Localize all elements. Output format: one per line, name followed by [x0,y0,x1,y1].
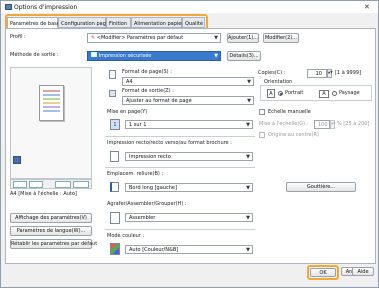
collate-icon [110,212,120,224]
view-settings-button[interactable]: Affichage des paramètres(V) [10,213,92,223]
edit-profile-button[interactable]: Modifier(2)... [263,33,299,43]
chevron-down-icon: ▼ [247,98,251,104]
manual-scaling-label: Echelle manuelle [268,109,311,115]
settings-view-icon[interactable] [29,181,43,188]
center-origin-label: Origine au centre(R) [268,132,319,138]
duplex-select[interactable]: Impression recto ▼ [125,152,253,161]
profile-value: <Modifier> Paramètres par défaut [96,35,184,41]
color-mode-label: Mode couleur : [107,233,145,239]
help-button[interactable]: Aide [352,267,374,276]
manual-scaling-checkbox[interactable] [259,109,265,115]
gutter-button[interactable]: Gouttière... [286,182,356,192]
output-size-value: Ajuster au format de page [126,98,192,104]
preview-area [10,67,92,179]
close-icon[interactable]: ✕ [364,3,370,11]
layout-label: Mise en page(Y) [107,109,148,115]
preview-mode-bar [10,179,92,189]
chevron-down-icon: ▼ [246,154,250,160]
output-method-value: Impression sécurisée [98,53,152,59]
binding-icon [110,182,119,192]
chevron-down-icon: ▼ [246,215,250,221]
title-bar: Options d'impression ✕ [1,1,378,13]
copies-stepper[interactable]: ▲▼ [327,69,333,78]
binding-label: Emplacem. reliure(B) : [107,171,164,177]
color-mode-select[interactable]: Auto [Couleur/N&B] ▼ [125,245,253,254]
scale-label: Mise à l'échelle(G) : [259,121,309,127]
secure-print-icon [91,52,97,57]
collate-value: Assembler [129,215,156,221]
duplex-value: Impression recto [129,154,171,160]
collate-select[interactable]: Assembler ▼ [125,213,253,222]
duplex-label: Impression recto/recto verso/au format b… [107,140,232,146]
portrait-radio[interactable] [278,91,283,96]
layout-icon: 1 [110,119,120,130]
chevron-down-icon: ▼ [247,79,251,85]
preview-caption: A4 [Mise à l'échelle : Auto] [10,191,77,197]
portrait-label: Portrait [285,90,304,96]
output-size-select[interactable]: Ajuster au format de page ▼ [122,96,254,105]
landscape-icon: A [319,90,329,98]
center-origin-checkbox[interactable] [259,132,265,138]
device-view-icon[interactable] [55,181,71,188]
divider [105,229,255,230]
profile-select[interactable]: ✎ <Modifier> Paramètres par défaut ▼ [87,33,221,43]
output-method-label: Méthode de sortie : [10,52,59,58]
printer-icon [13,156,21,164]
output-method-select[interactable]: Impression sécurisée ▼ [87,51,221,61]
landscape-radio[interactable] [332,91,337,96]
language-settings-button[interactable]: Paramètres de langue(W)... [10,226,92,236]
chevron-down-icon: ▼ [246,185,250,191]
ok-button[interactable]: OK [310,268,336,277]
print-options-window: Options d'impression ✕ Paramètres de bas… [0,0,379,288]
copies-value: 10 [315,71,322,77]
page-preview [39,85,64,121]
page-size-icon [109,70,116,79]
divider [105,167,255,168]
landscape-label: Paysage [339,90,360,96]
window-title: Options d'impression [14,4,78,11]
binding-value: Bord long [gauche] [129,185,177,191]
output-size-label: Format de sortie(Z) : [122,88,174,94]
restore-defaults-button[interactable]: Rétablir les paramètres par défaut [10,239,97,249]
chevron-down-icon: ▼ [214,53,218,59]
binding-select[interactable]: Bord long [gauche] ▼ [125,183,253,192]
color-mode-icon [110,243,120,255]
collate-label: Agrafer/Assembler/Grouper(H) : [107,201,187,207]
scale-stepper[interactable]: ▲▼ [330,120,336,129]
printer-app-icon [5,4,12,10]
profile-label: Profil : [10,34,26,40]
pencil-icon: ✎ [91,35,96,41]
color-mode-value: Auto [Couleur/N&B] [129,247,179,253]
scale-input[interactable]: 100 [314,120,330,129]
layout-value: 1 sur 1 [129,122,147,128]
output-size-icon [109,90,116,97]
chevron-down-icon: ▼ [246,122,250,128]
page-size-select[interactable]: A4 ▼ [122,77,254,86]
chevron-down-icon: ▼ [214,35,218,41]
finishing-view-icon[interactable] [73,181,89,188]
divider [105,136,255,137]
chevron-down-icon: ▼ [246,247,250,253]
copies-label: Copies(C) : [258,70,286,76]
layout-select[interactable]: 1 sur 1 ▼ [125,120,253,129]
copies-input[interactable]: 10 [307,69,327,78]
orientation-group: A Portrait A Paysage [260,85,372,101]
details-button[interactable]: Détails(3)... [227,51,261,61]
page-size-value: A4 [126,79,133,85]
add-profile-button[interactable]: Ajouter(1)... [227,33,259,43]
page-size-label: Format de page(S) : [122,69,172,75]
page-view-icon[interactable] [13,181,27,188]
scale-range: % [25 à 200] [337,121,370,127]
portrait-icon: A [267,89,275,98]
copies-range: [1 à 9999] [335,70,362,76]
duplex-icon [110,151,119,162]
scale-value: 100 [318,122,328,128]
